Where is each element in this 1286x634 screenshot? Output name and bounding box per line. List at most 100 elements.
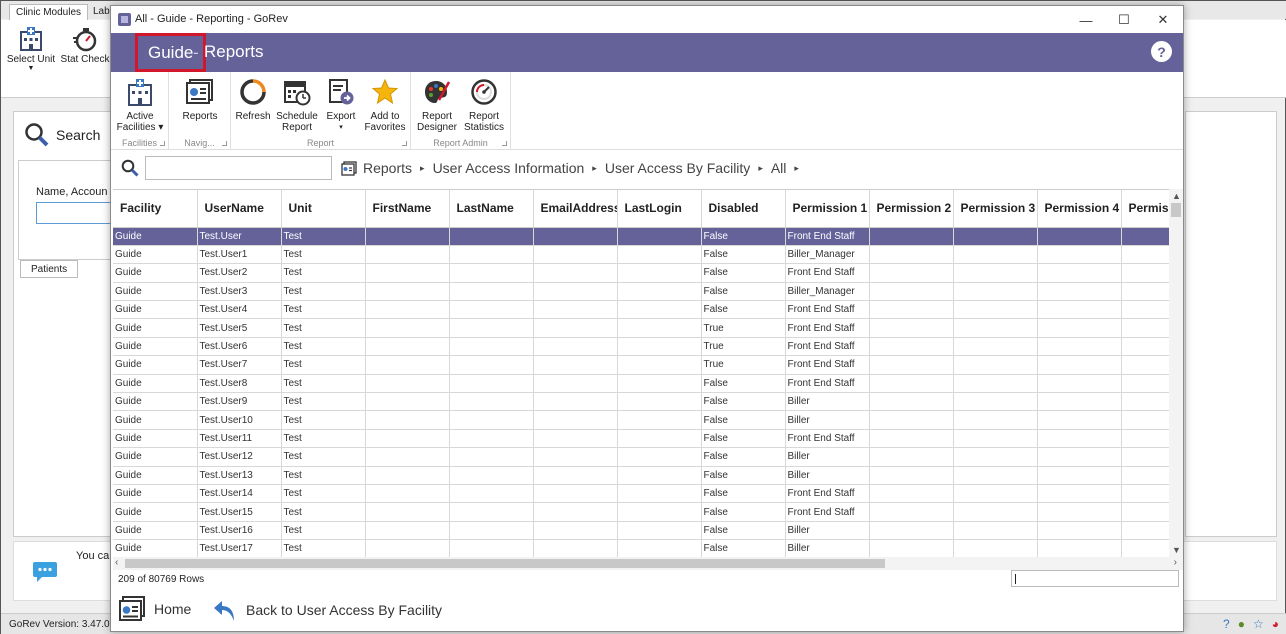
table-cell[interactable]: Biller [785, 447, 870, 467]
table-cell[interactable] [1121, 300, 1169, 320]
group-launcher-icon[interactable] [160, 141, 165, 146]
table-row[interactable]: Guide Test.User14 Test False Front End Staff [113, 484, 1169, 504]
table-cell[interactable] [869, 227, 954, 246]
table-cell[interactable] [365, 539, 450, 557]
table-cell[interactable]: Biller_Manager [785, 282, 870, 302]
column-header[interactable]: EmailAddress [533, 190, 618, 228]
table-cell[interactable]: Guide [113, 318, 198, 338]
table-cell[interactable] [1037, 337, 1122, 357]
table-row[interactable]: Guide Test.User11 Test False Front End Staff [113, 429, 1169, 449]
table-cell[interactable] [1121, 447, 1169, 467]
table-cell[interactable] [953, 502, 1038, 522]
horizontal-scrollbar[interactable]: ‹ › [113, 557, 1183, 570]
table-cell[interactable] [617, 392, 702, 412]
table-cell[interactable] [365, 466, 450, 485]
table-cell[interactable]: Test [281, 502, 366, 522]
table-cell[interactable] [617, 521, 702, 541]
table-cell[interactable] [365, 318, 450, 338]
table-cell[interactable] [869, 539, 954, 557]
table-row[interactable]: Guide Test.User3 Test False Biller_Manager [113, 282, 1169, 302]
table-row[interactable]: Guide Test.User10 Test False Biller [113, 410, 1169, 430]
table-cell[interactable]: Test [281, 282, 366, 302]
table-cell[interactable] [953, 355, 1038, 375]
table-cell[interactable]: Test.User13 [197, 466, 282, 485]
table-cell[interactable]: False [701, 282, 786, 302]
table-cell[interactable] [869, 484, 954, 504]
table-cell[interactable] [617, 539, 702, 557]
column-header[interactable]: UserName [197, 190, 282, 228]
table-row[interactable]: Guide Test.User4 Test False Front End Staff [113, 300, 1169, 320]
table-cell[interactable]: Test.User4 [197, 300, 282, 320]
path-item-user-access-information[interactable]: User Access Information [433, 160, 585, 176]
column-header[interactable]: Permission 4 [1037, 190, 1122, 228]
schedule-report-button[interactable]: Schedule Report [275, 76, 319, 133]
table-cell[interactable] [365, 374, 450, 394]
table-cell[interactable] [1121, 355, 1169, 375]
table-cell[interactable] [617, 502, 702, 522]
table-cell[interactable] [1037, 447, 1122, 467]
table-cell[interactable]: Test.User2 [197, 263, 282, 283]
table-cell[interactable]: Test [281, 227, 366, 246]
table-cell[interactable] [1121, 282, 1169, 302]
table-cell[interactable] [449, 337, 534, 357]
table-cell[interactable] [449, 521, 534, 541]
path-item-reports[interactable]: Reports [363, 160, 412, 176]
group-launcher-icon[interactable] [402, 141, 407, 146]
table-cell[interactable] [449, 410, 534, 430]
add-to-favorites-button[interactable]: Add to Favorites [362, 76, 408, 133]
table-cell[interactable] [1121, 466, 1169, 485]
help-status-icon[interactable]: ? [1223, 617, 1230, 631]
table-cell[interactable]: Guide [113, 502, 198, 522]
refresh-button[interactable]: Refresh [233, 76, 273, 122]
table-cell[interactable] [365, 245, 450, 265]
maximize-button[interactable]: ☐ [1109, 10, 1139, 30]
table-cell[interactable] [1121, 227, 1169, 246]
column-header[interactable]: FirstName [365, 190, 450, 228]
report-designer-button[interactable]: Report Designer [415, 76, 459, 133]
table-cell[interactable] [449, 539, 534, 557]
table-cell[interactable]: False [701, 429, 786, 449]
table-cell[interactable] [953, 392, 1038, 412]
table-cell[interactable]: True [701, 355, 786, 375]
table-cell[interactable] [365, 263, 450, 283]
table-cell[interactable]: Guide [113, 300, 198, 320]
table-cell[interactable]: Biller_Manager [785, 245, 870, 265]
table-cell[interactable] [1121, 410, 1169, 430]
bug-icon[interactable]: ● [1238, 617, 1245, 631]
table-cell[interactable] [617, 263, 702, 283]
table-cell[interactable] [533, 539, 618, 557]
table-cell[interactable]: Test [281, 429, 366, 449]
table-cell[interactable]: Test.User [197, 227, 282, 246]
table-cell[interactable]: False [701, 374, 786, 394]
table-row[interactable]: Guide Test.User6 Test True Front End Staff [113, 337, 1169, 357]
table-cell[interactable] [617, 282, 702, 302]
table-cell[interactable]: Front End Staff [785, 337, 870, 357]
table-cell[interactable]: Guide [113, 521, 198, 541]
table-cell[interactable]: False [701, 410, 786, 430]
table-cell[interactable] [617, 245, 702, 265]
table-cell[interactable]: Test [281, 410, 366, 430]
table-cell[interactable] [1037, 263, 1122, 283]
table-cell[interactable]: Front End Staff [785, 374, 870, 394]
table-cell[interactable] [1037, 318, 1122, 338]
table-cell[interactable]: False [701, 447, 786, 467]
table-cell[interactable] [533, 374, 618, 394]
scroll-left-icon[interactable]: ‹ [115, 557, 118, 568]
table-cell[interactable] [449, 300, 534, 320]
table-cell[interactable] [533, 318, 618, 338]
row-filter-input[interactable] [1011, 570, 1179, 587]
column-header[interactable]: Disabled [701, 190, 786, 228]
column-header[interactable]: LastLogin [617, 190, 702, 228]
reports-button[interactable]: Reports [175, 76, 225, 122]
table-cell[interactable] [1121, 245, 1169, 265]
table-cell[interactable] [365, 392, 450, 412]
table-cell[interactable] [1121, 337, 1169, 357]
table-cell[interactable] [1037, 245, 1122, 265]
table-cell[interactable] [953, 245, 1038, 265]
table-cell[interactable] [533, 429, 618, 449]
table-cell[interactable] [953, 484, 1038, 504]
table-cell[interactable] [365, 410, 450, 430]
close-button[interactable]: ✕ [1148, 10, 1178, 30]
table-cell[interactable]: Front End Staff [785, 263, 870, 283]
table-cell[interactable]: Guide [113, 355, 198, 375]
